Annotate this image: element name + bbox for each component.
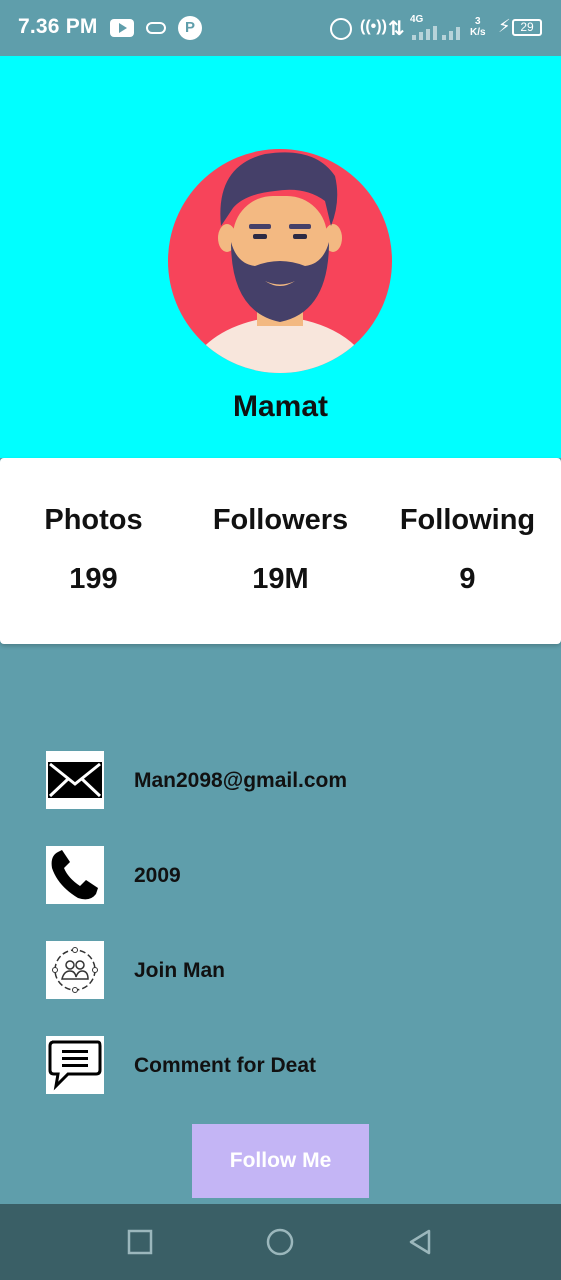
stat-value: 19M <box>252 563 309 595</box>
navigation-bar <box>0 1204 561 1280</box>
stat-followers[interactable]: Followers 19M <box>187 504 374 596</box>
stat-photos[interactable]: Photos 199 <box>0 504 187 596</box>
recent-apps-icon[interactable] <box>125 1227 155 1257</box>
info-text-comment: Comment for Deat <box>134 1054 317 1077</box>
stat-following[interactable]: Following 9 <box>374 504 561 596</box>
avatar[interactable] <box>165 146 395 376</box>
stat-label: Following <box>399 504 536 536</box>
gamepad-icon <box>146 22 166 34</box>
info-row-phone[interactable]: 2009 <box>46 846 516 904</box>
info-text-email: Man2098@gmail.com <box>134 769 348 792</box>
hotspot-icon: ((•)) <box>360 18 387 35</box>
youtube-icon <box>110 19 134 37</box>
charging-icon: ⚡ <box>498 16 511 36</box>
data-transfer-icon: ⇅ <box>388 18 405 40</box>
p-app-icon: P <box>178 16 202 40</box>
phone-icon <box>46 846 104 904</box>
follow-button[interactable]: Follow Me <box>192 1124 369 1198</box>
info-row-email[interactable]: Man2098@gmail.com <box>46 751 516 809</box>
info-row-comment[interactable]: Comment for Deat <box>46 1036 516 1094</box>
back-icon[interactable] <box>405 1227 435 1257</box>
stats-card: Photos 199 Followers 19M Following 9 <box>0 458 561 644</box>
info-text-join: Join Man <box>134 959 226 982</box>
info-text-phone: 2009 <box>134 864 181 887</box>
status-bar: 7.36 PM P ((•)) ⇅ 4G 3 K/s ⚡ 29 <box>0 0 561 56</box>
signal-icon <box>410 24 462 40</box>
mail-icon <box>46 751 104 809</box>
profile-header: Mamat <box>0 56 561 458</box>
stat-label: Followers <box>212 504 349 536</box>
speed-value: 3 <box>475 16 481 27</box>
alarm-icon <box>330 18 352 40</box>
group-icon <box>46 941 104 999</box>
stat-label: Photos <box>44 504 143 536</box>
status-time: 7.36 PM <box>18 15 98 38</box>
network-speed: 3 K/s <box>470 16 486 38</box>
profile-name: Mamat <box>232 390 329 423</box>
speed-unit: K/s <box>470 27 486 38</box>
comment-icon <box>46 1036 104 1094</box>
info-row-join[interactable]: Join Man <box>46 941 516 999</box>
stat-value: 199 <box>69 563 118 595</box>
home-icon[interactable] <box>265 1227 295 1257</box>
stat-value: 9 <box>459 563 476 595</box>
battery-icon: 29 <box>512 19 542 36</box>
